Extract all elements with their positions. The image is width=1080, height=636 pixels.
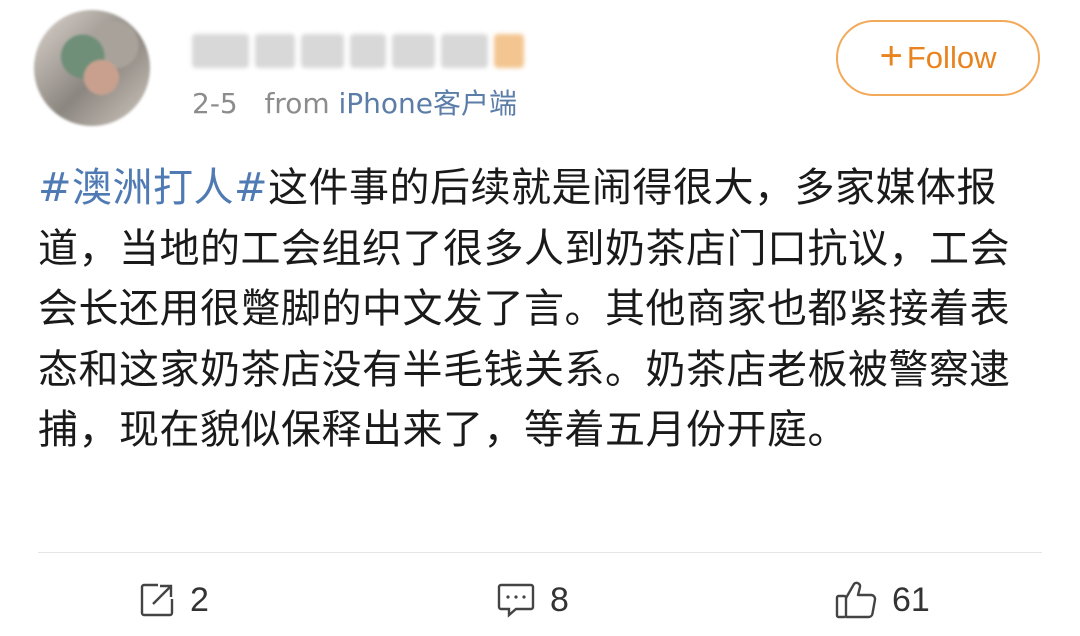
thumbs-up-icon (834, 579, 878, 621)
from-label: from (264, 87, 330, 120)
comment-icon (496, 581, 536, 619)
repost-count: 2 (190, 580, 209, 619)
post-text: #澳洲打人#这件事的后续就是闹得很大，多家媒体报道，当地的工会组织了很多人到奶茶… (38, 158, 1048, 461)
avatar[interactable] (34, 10, 150, 126)
follow-label: Follow (906, 40, 997, 75)
plus-icon: + (879, 34, 903, 78)
hashtag-link[interactable]: #澳洲打人# (38, 165, 268, 211)
like-button[interactable]: 61 (834, 576, 930, 624)
repost-icon (138, 581, 176, 619)
repost-button[interactable]: 2 (138, 576, 209, 624)
post-source[interactable]: iPhone客户端 (339, 87, 518, 120)
comment-button[interactable]: 8 (496, 576, 569, 624)
follow-button[interactable]: + Follow (836, 20, 1040, 96)
divider (38, 552, 1042, 553)
post-meta: 2-5 from iPhone客户端 (192, 82, 517, 122)
username-blurred[interactable] (192, 28, 524, 74)
post-date: 2-5 (192, 87, 238, 120)
like-count: 61 (892, 580, 930, 619)
comment-count: 8 (550, 580, 569, 619)
